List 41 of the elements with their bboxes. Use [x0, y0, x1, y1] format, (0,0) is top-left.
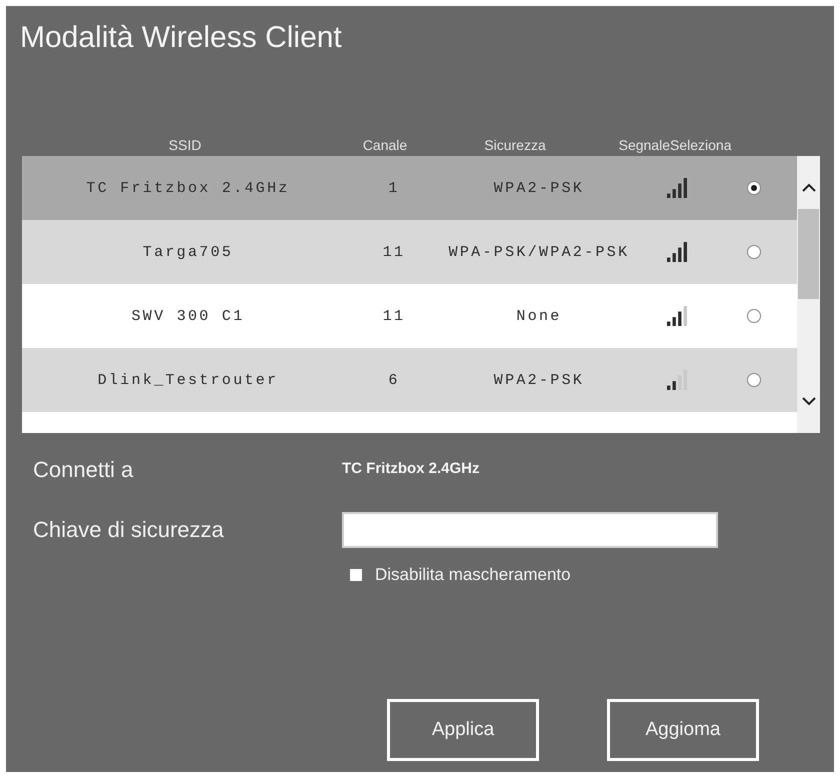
- table-cell: 11: [382, 244, 406, 260]
- table-cell: Targa705: [142, 244, 234, 260]
- table-row[interactable]: TC Fritzbox 2.4GHz 1 WPA2-PSK: [22, 156, 797, 220]
- column-header: Canale: [362, 137, 408, 154]
- field-label: Connetti a: [33, 457, 134, 483]
- column-header: Seleziona: [670, 137, 732, 154]
- chevron-up-icon[interactable]: [802, 183, 816, 192]
- table-cell: None: [516, 308, 562, 324]
- table-cell: WPA2-PSK: [494, 372, 584, 388]
- signal-bars-icon: [667, 306, 687, 326]
- table-cell: SWV 300 C1: [131, 308, 244, 324]
- field-label: Chiave di sicurezza: [33, 517, 224, 543]
- table-cell: WPA-PSK/WPA2-PSK: [448, 244, 630, 260]
- table-row[interactable]: Dlink_Testrouter 6 WPA2-PSK: [22, 348, 797, 412]
- signal-bars-icon: [667, 242, 687, 262]
- column-header: Segnale: [618, 137, 670, 154]
- scrollbar-thumb[interactable]: [798, 209, 819, 299]
- window-title: Modalità Wireless Client: [20, 20, 342, 56]
- scrollbar[interactable]: [797, 156, 820, 433]
- radio-button[interactable]: [746, 181, 760, 195]
- security-key-field[interactable]: [342, 512, 718, 548]
- table-cell: TC Fritzbox 2.4GHz: [86, 180, 290, 196]
- update-button[interactable]: Aggioma: [607, 699, 759, 761]
- table-cell: WPA2-PSK: [494, 180, 584, 196]
- column-header: SSID: [168, 137, 202, 154]
- table-cell: 1: [388, 180, 400, 196]
- table-cell: Dlink_Testrouter: [98, 372, 278, 388]
- table-cell: 11: [382, 308, 406, 324]
- table-cell: 6: [388, 372, 400, 388]
- chevron-down-icon[interactable]: [802, 397, 816, 406]
- checkbox-label: Disabilita mascheramento: [375, 565, 571, 585]
- signal-bars-icon: [667, 370, 687, 390]
- checkbox[interactable]: [350, 569, 362, 581]
- signal-bars-icon: [667, 178, 687, 198]
- apply-button[interactable]: Applica: [387, 699, 539, 761]
- radio-button[interactable]: [746, 245, 760, 259]
- table-row[interactable]: Targa705 11 WPA-PSK/WPA2-PSK: [22, 220, 797, 284]
- radio-button[interactable]: [746, 373, 760, 387]
- column-header: Sicurezza: [484, 137, 546, 154]
- connect-to-value: TC Fritzbox 2.4GHz: [342, 460, 480, 476]
- radio-button[interactable]: [746, 309, 760, 323]
